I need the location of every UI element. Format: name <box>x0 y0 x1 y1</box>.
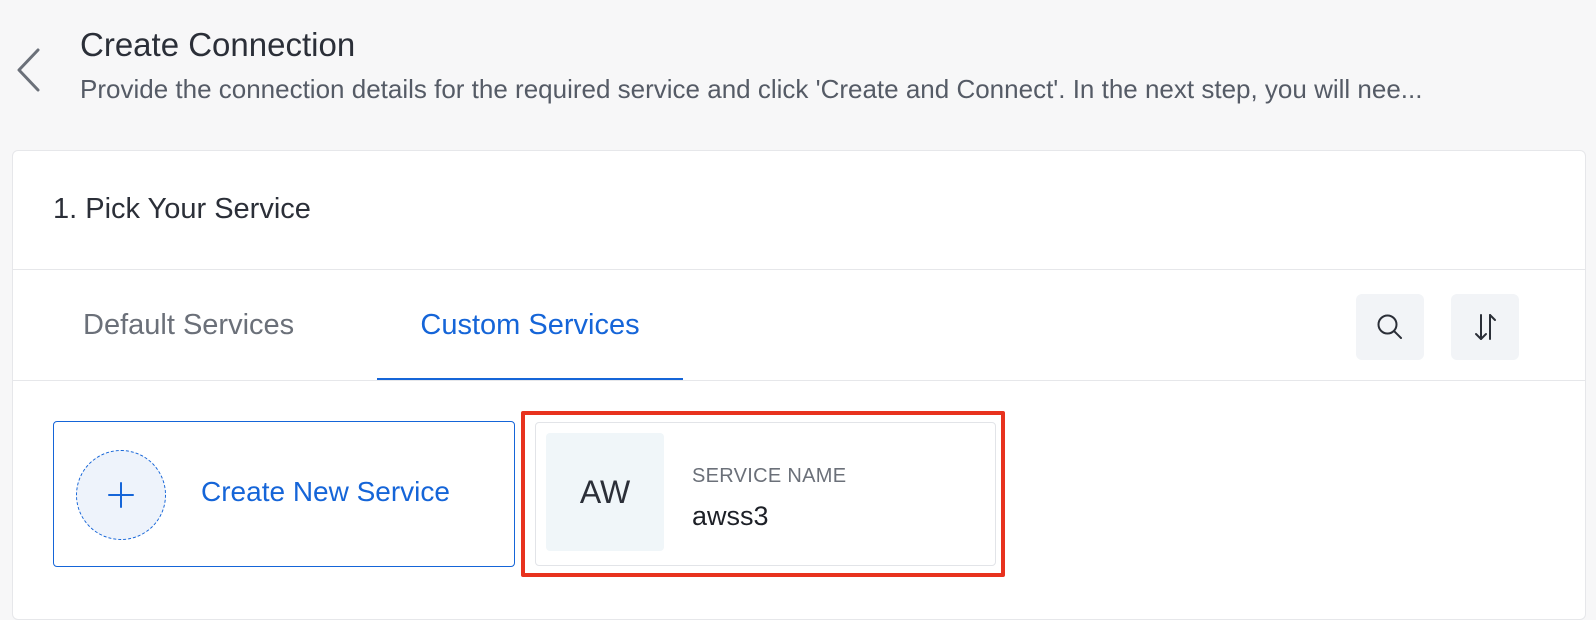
create-new-service-label: Create New Service <box>201 476 450 507</box>
divider <box>13 380 1585 381</box>
sort-icon <box>1475 314 1496 340</box>
add-service-circle <box>76 450 166 540</box>
chevron-left-icon <box>17 48 40 92</box>
search-icon <box>1377 314 1402 339</box>
service-name-caption: SERVICE NAME <box>692 465 847 487</box>
page-title: Create Connection <box>80 26 356 63</box>
plus-icon <box>108 482 134 508</box>
search-button[interactable] <box>1356 294 1424 360</box>
create-new-service-card[interactable]: Create New Service <box>53 421 515 567</box>
sort-button[interactable] <box>1451 294 1519 360</box>
tab-default-services[interactable]: Default Services <box>83 291 294 381</box>
step-title: 1. Pick Your Service <box>53 193 311 225</box>
page-description: Provide the connection details for the r… <box>80 74 1423 104</box>
tab-custom-services[interactable]: Custom Services <box>377 291 683 381</box>
back-button[interactable] <box>10 44 46 96</box>
divider <box>13 269 1585 270</box>
service-panel: 1. Pick Your Service Default Services Cu… <box>12 150 1586 620</box>
page-header: Create Connection Provide the connection… <box>0 0 1596 140</box>
service-name: awss3 <box>692 501 769 531</box>
service-avatar: AW <box>546 433 664 551</box>
service-card-awss3[interactable]: AW SERVICE NAME awss3 <box>535 422 996 566</box>
